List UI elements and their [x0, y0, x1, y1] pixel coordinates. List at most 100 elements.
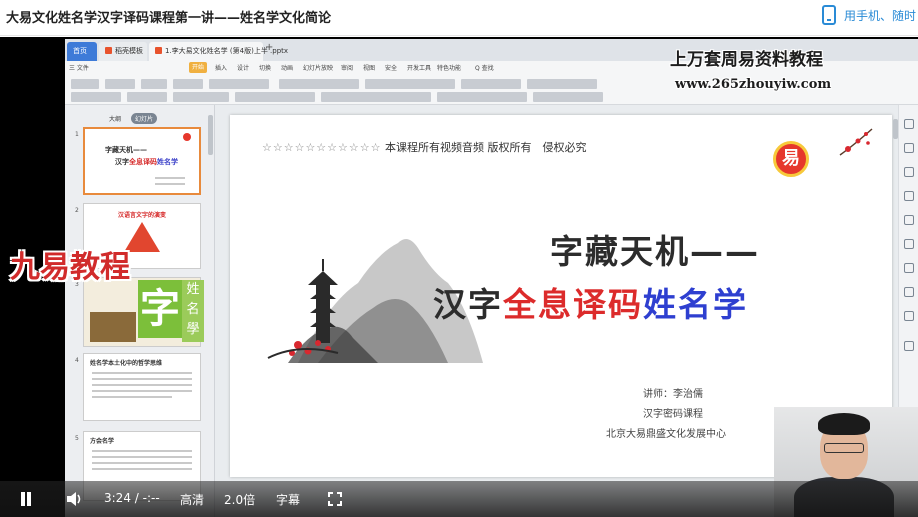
slide-title-line2: 汉字全息译码姓名学: [433, 278, 748, 326]
title2-part-a: 汉字: [433, 285, 503, 324]
sidebar-tool-icon: [904, 191, 914, 201]
thumb-title: 姓名学本土化中的哲学思维: [90, 360, 163, 367]
thumb-text-line: [92, 384, 192, 386]
thumb-title: 方会名学: [90, 438, 115, 445]
thumb-sub-red: 全息译码: [129, 158, 157, 166]
lecturer-hair: [818, 413, 870, 435]
copyright-notice: ☆☆☆☆☆☆☆☆☆☆☆ 本课程所有视频音频 版权所有 侵权必究: [262, 139, 586, 155]
menu-features: 特色功能: [437, 65, 462, 72]
thumb-logo-icon: [183, 133, 191, 141]
thumb-title: 汉语言文字的演变: [118, 212, 167, 219]
thumb-text-line: [155, 177, 185, 179]
jiuyi-watermark: 九易教程: [10, 250, 130, 285]
thumb-text-line: [92, 396, 172, 398]
quality-button[interactable]: 高清: [180, 491, 204, 508]
playback-time: 3:24 / -:--: [104, 491, 160, 505]
thumb-text-line: [92, 462, 192, 464]
thumb-number: 1: [75, 131, 79, 138]
watermark-banner-title: 上万套周易资料教程: [670, 50, 823, 70]
thumb-text-line: [92, 390, 192, 392]
thumb-number: 2: [75, 207, 79, 214]
thumb-sub-blue: 姓名学: [157, 158, 178, 166]
panel-tab-outline: 大纲: [109, 116, 122, 123]
thumb-image: [90, 312, 136, 342]
menu-security: 安全: [385, 65, 398, 72]
toolbar-group: [71, 92, 121, 102]
sidebar-tool-icon: [904, 143, 914, 153]
toolbar-group: [527, 79, 597, 89]
pause-icon[interactable]: [20, 492, 32, 506]
toolbar-group: [173, 92, 229, 102]
menu-animation: 动画: [281, 65, 294, 72]
thumb-number: 4: [75, 357, 79, 364]
thumb-text-line: [92, 456, 192, 458]
thumb-text-line: [155, 183, 185, 185]
toolbar-group: [235, 92, 315, 102]
toolbar-group: [105, 79, 135, 89]
zi-side-char: 姓: [186, 282, 200, 297]
thumb-subtitle: 汉字全息译码姓名学: [115, 157, 178, 167]
menu-design: 设计: [237, 65, 250, 72]
thumb-text-line: [92, 378, 192, 380]
wps-tab-templates: 稻壳模板: [99, 42, 147, 61]
menu-review: 审阅: [341, 65, 354, 72]
menu-file: 三 文件: [69, 65, 89, 72]
sidebar-tool-icon: [904, 239, 914, 249]
slide-title-line1: 字藏天机——: [550, 232, 760, 271]
menu-transition: 切换: [259, 65, 272, 72]
panel-tab-slides: 幻灯片: [131, 113, 158, 124]
menu-view: 视图: [363, 65, 376, 72]
sidebar-tool-icon: [904, 287, 914, 297]
thumb-sub-a: 汉字: [115, 158, 129, 166]
course-label: 汉字密码课程: [643, 409, 703, 420]
sidebar-tool-icon: [904, 167, 914, 177]
copyright-text: 本课程所有视频音频 版权所有 侵权必究: [384, 141, 587, 154]
toolbar-group: [437, 92, 527, 102]
new-tab-icon: +: [265, 42, 274, 53]
sidebar-tool-icon: [904, 119, 914, 129]
zi-watermark-badge: 字: [138, 280, 182, 338]
mobile-watch-label: 用手机、随时: [844, 8, 917, 23]
fullscreen-corner: [337, 501, 342, 506]
fullscreen-corner: [328, 501, 333, 506]
speed-button[interactable]: 2.0倍: [224, 491, 255, 508]
toolbar-group: [461, 79, 521, 89]
volume-icon[interactable]: [66, 491, 84, 507]
toolbar-group: [173, 79, 203, 89]
menu-start: 开始: [189, 62, 208, 73]
thumb-text-line: [92, 372, 192, 374]
course-logo-icon: 易: [773, 141, 809, 177]
panel-scrollbar: [208, 115, 213, 155]
template-icon: [105, 47, 112, 54]
sidebar-tool-icon: [904, 311, 914, 321]
slide-thumbnail: 字藏天机—— 汉字全息译码姓名学: [83, 127, 201, 195]
video-player[interactable]: 首页 稻壳模板 1.李大易文化姓名学 (第4版)上半 .pptx + 三 文件 …: [0, 37, 918, 517]
toolbar-group: [321, 92, 431, 102]
wps-tab-home: 首页: [67, 42, 97, 61]
mobile-watch-link[interactable]: 用手机、随时: [822, 5, 916, 25]
lecturer-label: 讲师：李治儒: [643, 389, 703, 400]
slide-thumbnail: 姓名学本土化中的哲学思维: [83, 353, 201, 421]
toolbar-group: [279, 79, 359, 89]
sidebar-tool-icon: [904, 263, 914, 273]
menu-slideshow: 幻灯片放映: [303, 65, 334, 72]
copyright-stars: ☆☆☆☆☆☆☆☆☆☆☆: [262, 141, 382, 154]
player-control-bar: 3:24 / -:-- 高清 2.0倍 字幕: [0, 481, 918, 517]
panel-tabs: 大纲 幻灯片: [105, 113, 158, 124]
thumb-text-line: [92, 468, 192, 470]
page-title: 大易文化姓名学汉字译码课程第一讲——姓名学文化简论: [6, 11, 332, 26]
menu-search: Q 查找: [475, 65, 494, 72]
fullscreen-icon[interactable]: [328, 492, 342, 506]
lecturer-glasses: [824, 443, 864, 453]
toolbar-group: [209, 79, 269, 89]
zi-side-char: 名: [186, 302, 200, 317]
toolbar-group: [533, 92, 603, 102]
thumb-text-line: [92, 450, 192, 452]
subtitles-button[interactable]: 字幕: [276, 491, 300, 508]
menu-devtools: 开发工具: [407, 65, 432, 72]
sidebar-tool-icon: [904, 215, 914, 225]
phone-icon: [822, 5, 836, 25]
title2-part-red: 全息译码: [503, 285, 643, 324]
toolbar-group: [127, 92, 167, 102]
wps-tab-templates-label: 稻壳模板: [115, 47, 143, 55]
